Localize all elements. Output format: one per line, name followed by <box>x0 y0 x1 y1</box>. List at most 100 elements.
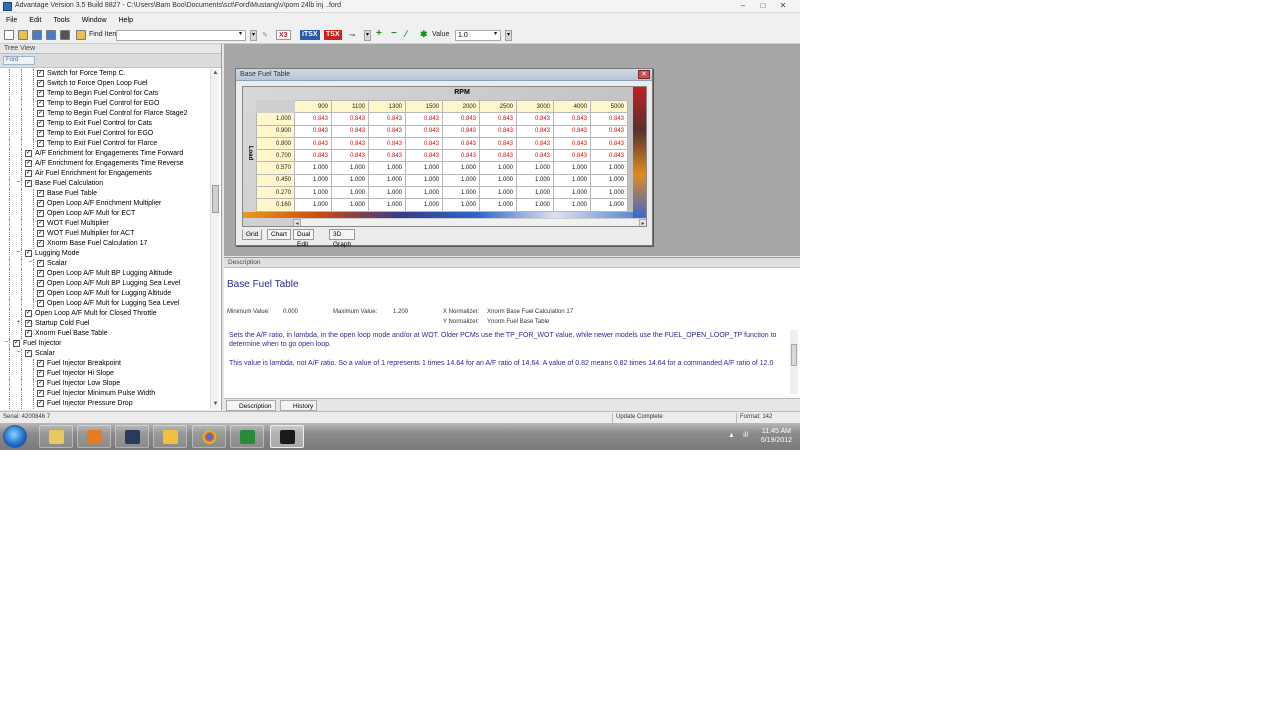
table-cell[interactable]: 1.000 <box>368 198 406 212</box>
table-cell[interactable]: 1.000 <box>442 198 480 212</box>
subtract-icon[interactable]: − <box>391 28 397 39</box>
tab-grid[interactable]: Grid <box>242 229 263 240</box>
new-file-icon[interactable] <box>4 30 14 40</box>
tree-item-checkbox[interactable]: ✓ <box>37 130 44 137</box>
tree-item-checkbox[interactable]: ✓ <box>37 400 44 407</box>
table-cell[interactable]: 1.000 <box>479 198 517 212</box>
excel-taskbar-button[interactable] <box>230 425 264 448</box>
table-cell[interactable]: 0.843 <box>294 112 332 126</box>
scroll-right-icon[interactable]: ▸ <box>639 219 646 226</box>
table-cell[interactable]: 0.843 <box>442 112 480 126</box>
table-cell[interactable]: 1.000 <box>368 186 406 200</box>
table-cell[interactable]: 0.843 <box>553 124 591 138</box>
tree-item-checkbox[interactable]: ✓ <box>37 240 44 247</box>
table-cell[interactable]: 1.000 <box>590 173 628 188</box>
multiply-icon[interactable]: ⁄ <box>405 29 407 39</box>
load-row-header[interactable]: 1.000 <box>256 112 295 126</box>
table-cell[interactable]: 0.843 <box>368 124 406 138</box>
tree-item-checkbox[interactable]: ✓ <box>37 370 44 377</box>
table-cell[interactable]: 0.843 <box>479 149 517 163</box>
open-folder-icon[interactable] <box>18 30 28 40</box>
tab-3d-graph[interactable]: 3D Graph <box>329 229 356 248</box>
tree-item[interactable]: ✓ Switch for Force Temp C. <box>0 69 210 79</box>
rpm-column-header[interactable]: 1100 <box>331 99 369 114</box>
table-cell[interactable]: 0.843 <box>590 136 628 151</box>
tree-item-checkbox[interactable]: ✓ <box>25 160 32 167</box>
toolbar-overflow2-icon[interactable]: ▾ <box>364 30 371 41</box>
tree-item[interactable]: ✓ Temp to Begin Fuel Control for EGO <box>0 99 210 109</box>
rpm-column-header[interactable]: 2000 <box>442 99 480 114</box>
maximize-button[interactable]: □ <box>753 0 773 12</box>
device-icon[interactable] <box>60 30 70 40</box>
table-cell[interactable]: 1.000 <box>294 198 332 212</box>
tree-item[interactable]: ✓ Fuel Injector Minimum Pulse Width <box>0 389 210 399</box>
table-cell[interactable]: 1.000 <box>405 198 443 212</box>
load-row-header[interactable]: 0.900 <box>256 124 295 138</box>
tree-item[interactable]: ✓ Open Loop A/F Mult for Lugging Altitude <box>0 289 210 299</box>
toolbar-overflow-icon[interactable]: ▾ <box>250 30 257 41</box>
tree-item-checkbox[interactable]: ✓ <box>37 120 44 127</box>
tree-item[interactable]: + ✓ Startup Cold Fuel <box>0 319 210 329</box>
network-icon[interactable]: ıll <box>743 432 748 439</box>
table-cell[interactable]: 0.843 <box>331 149 369 163</box>
table-cell[interactable]: 1.000 <box>294 173 332 188</box>
collapse-icon[interactable]: − <box>3 339 10 347</box>
rpm-column-header[interactable]: 1500 <box>405 99 443 114</box>
tree-item-checkbox[interactable]: ✓ <box>25 150 32 157</box>
tree-item-checkbox[interactable]: ✓ <box>25 180 32 187</box>
table-cell[interactable]: 0.843 <box>590 124 628 138</box>
table-window-close-button[interactable]: ✕ <box>638 70 650 79</box>
tree-tab-ford[interactable]: Ford <box>3 56 35 65</box>
table-cell[interactable]: 0.843 <box>294 136 332 151</box>
chrome-taskbar-button[interactable] <box>192 425 226 448</box>
tree-item[interactable]: ✓ Temp to Exit Fuel Control for EGO <box>0 129 210 139</box>
table-cell[interactable]: 1.000 <box>331 173 369 188</box>
scroll-left-icon[interactable]: ◂ <box>293 219 301 226</box>
table-cell[interactable]: 0.843 <box>479 136 517 151</box>
table-cell[interactable]: 1.000 <box>331 161 369 175</box>
tree-item[interactable]: ✓ WOT Fuel Multiplier <box>0 219 210 229</box>
tree-item-checkbox[interactable]: ✓ <box>25 310 32 317</box>
table-cell[interactable]: 1.000 <box>405 161 443 175</box>
menu-tools[interactable]: Tools <box>53 17 69 24</box>
tree-item-checkbox[interactable]: ✓ <box>25 350 32 357</box>
scroll-down-icon[interactable]: ▼ <box>212 401 219 408</box>
table-cell[interactable]: 1.000 <box>331 186 369 200</box>
tree-item[interactable]: ✓ Open Loop A/F Mult BP Lugging Altitude <box>0 269 210 279</box>
table-cell[interactable]: 1.000 <box>516 186 554 200</box>
rpm-column-header[interactable]: 5000 <box>590 99 628 114</box>
tree-item[interactable]: ✓ A/F Enrichment for Engagements Time For… <box>0 149 210 159</box>
table-cell[interactable]: 1.000 <box>479 161 517 175</box>
tree-item[interactable]: − ✓ Lugging Mode <box>0 249 210 259</box>
table-cell[interactable]: 0.843 <box>553 136 591 151</box>
table-cell[interactable]: 0.843 <box>368 149 406 163</box>
tree-item-checkbox[interactable]: ✓ <box>37 210 44 217</box>
tree-item[interactable]: ✓ Open Loop A/F Mult for ECT <box>0 209 210 219</box>
table-cell[interactable]: 1.000 <box>553 186 591 200</box>
tab-history[interactable]: History <box>280 400 318 411</box>
tree-item-checkbox[interactable]: ✓ <box>37 70 44 77</box>
table-cell[interactable]: 0.843 <box>590 112 628 126</box>
table-cell[interactable]: 0.843 <box>331 136 369 151</box>
load-row-header[interactable]: 0.270 <box>256 186 295 200</box>
table-cell[interactable]: 0.843 <box>294 124 332 138</box>
table-cell[interactable]: 1.000 <box>553 161 591 175</box>
table-cell[interactable]: 1.000 <box>590 161 628 175</box>
load-row-header[interactable]: 0.160 <box>256 198 295 212</box>
description-scroll-thumb[interactable] <box>791 344 797 366</box>
tree-item-checkbox[interactable]: ✓ <box>37 100 44 107</box>
tree-item-checkbox[interactable]: ✓ <box>25 330 32 337</box>
table-cell[interactable]: 1.000 <box>294 186 332 200</box>
rpm-column-header[interactable]: 4000 <box>553 99 591 114</box>
save-as-icon[interactable] <box>46 30 56 40</box>
tree-item-checkbox[interactable]: ✓ <box>13 340 20 347</box>
load-row-header[interactable]: 0.800 <box>256 136 295 151</box>
table-horizontal-scrollbar[interactable]: ◂ ▸ <box>293 218 646 226</box>
media-player-taskbar-button[interactable] <box>77 425 111 448</box>
load-row-header[interactable]: 0.570 <box>256 161 295 175</box>
rpm-column-header[interactable]: 2500 <box>479 99 517 114</box>
tree-scrollbar[interactable]: ▲ ▼ <box>210 69 219 409</box>
table-cell[interactable]: 1.000 <box>479 173 517 188</box>
tree-item-checkbox[interactable]: ✓ <box>37 230 44 237</box>
table-cell[interactable]: 1.000 <box>553 173 591 188</box>
